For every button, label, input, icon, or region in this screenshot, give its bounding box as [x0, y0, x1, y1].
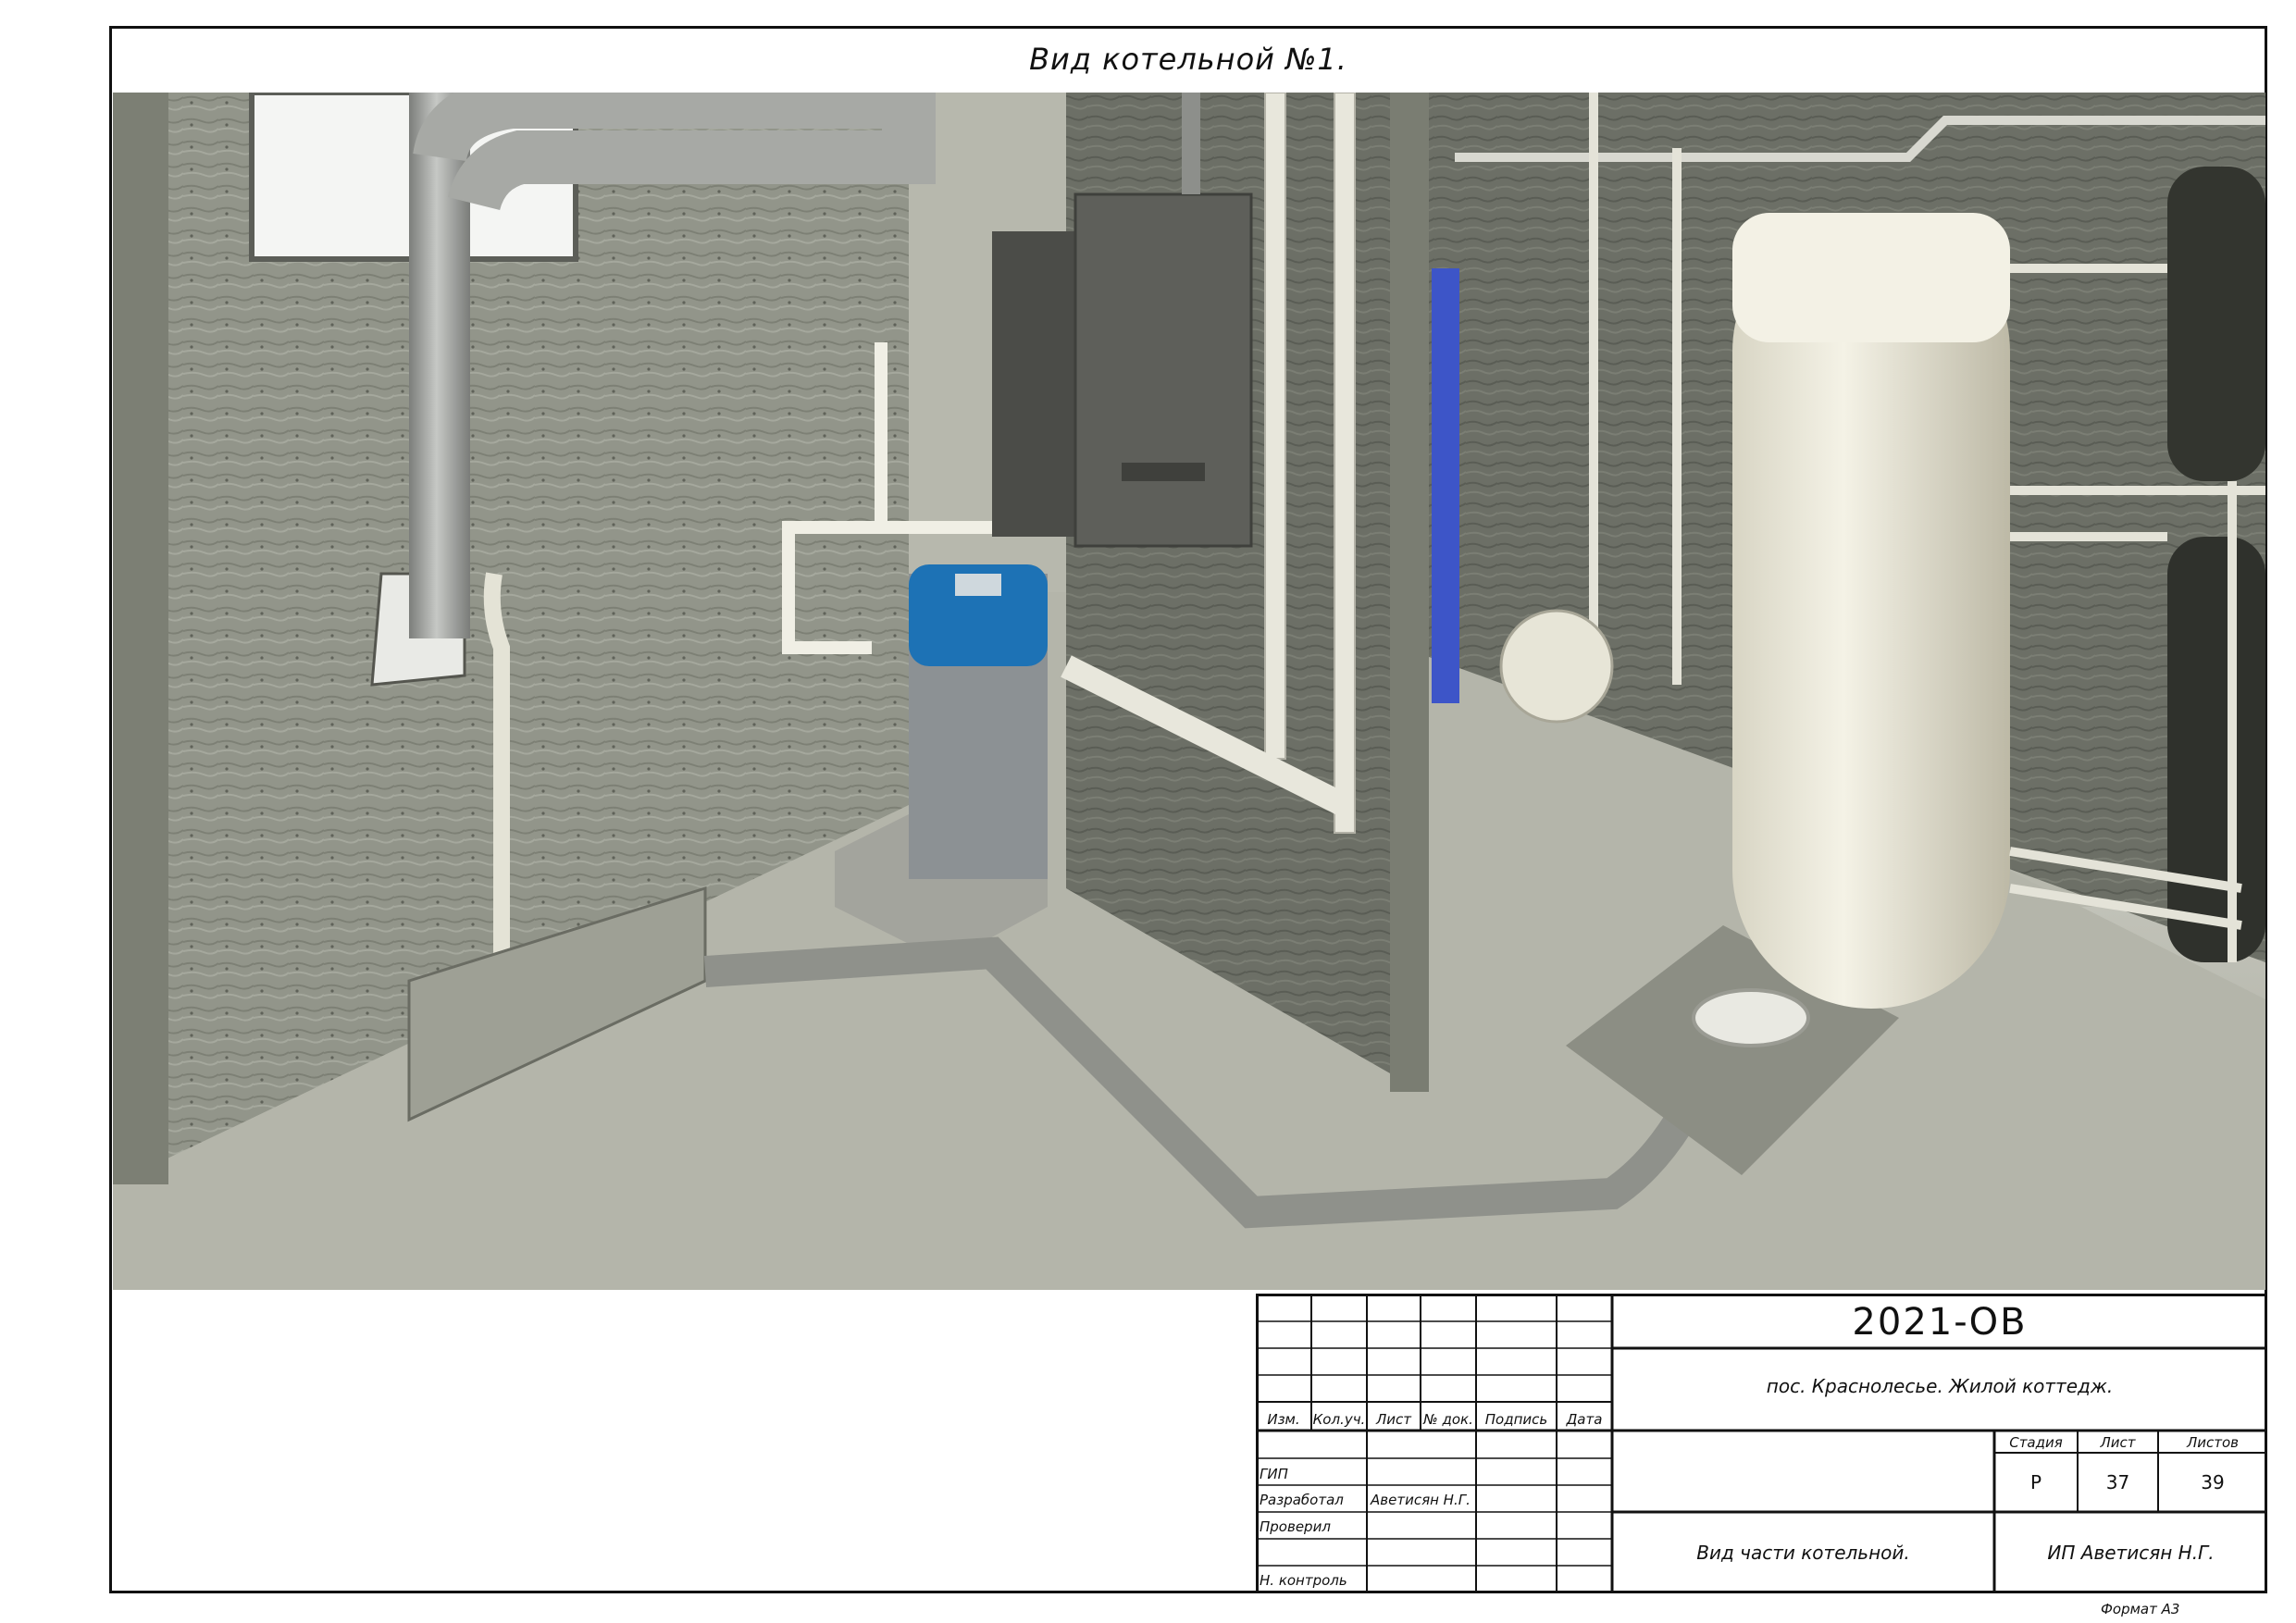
expansion-tank [1499, 609, 1614, 724]
sheet-title: Вид котельной №1. [1029, 42, 1347, 77]
role-developed: Разработал [1260, 1492, 1344, 1508]
stage-value: Р [2029, 1471, 2042, 1493]
rev-header-sign: Подпись [1484, 1411, 1548, 1428]
rev-header-izm: Изм. [1267, 1411, 1300, 1428]
sheet-value: 37 [2105, 1471, 2130, 1493]
render-illustration [113, 93, 2265, 1290]
drawing-name: Вид части котельной. [1696, 1542, 1910, 1564]
title-block: 2021-ОВ пос. Краснолесье. Жилой коттедж.… [1256, 1294, 2267, 1593]
sheet-header: Лист [2100, 1434, 2136, 1451]
project-name: пос. Краснолесье. Жилой коттедж. [1766, 1375, 2114, 1397]
role-gip: ГИП [1260, 1466, 1288, 1482]
rev-header-doc: № док. [1423, 1411, 1473, 1428]
rev-header-date: Дата [1566, 1411, 1603, 1428]
stage-header: Стадия [2009, 1434, 2063, 1451]
blue-vessel [1432, 268, 1459, 703]
sheets-value: 39 [2201, 1471, 2225, 1493]
developer-name: Аветисян Н.Г. [1371, 1492, 1471, 1508]
boiler-room-render [113, 93, 2265, 1290]
format-label: Формат А3 [2101, 1601, 2180, 1617]
role-checked: Проверил [1260, 1518, 1331, 1535]
role-norm-control: Н. контроль [1260, 1572, 1347, 1589]
document-code: 2021-ОВ [1852, 1301, 2028, 1344]
organization-name: ИП Аветисян Н.Г. [2047, 1542, 2215, 1564]
boiler-right [1074, 192, 1253, 548]
rev-header-kol: Кол.уч. [1312, 1411, 1366, 1428]
boiler-left [992, 231, 1075, 537]
sheets-header: Листов [2186, 1434, 2240, 1451]
rev-header-list: Лист [1375, 1411, 1411, 1428]
